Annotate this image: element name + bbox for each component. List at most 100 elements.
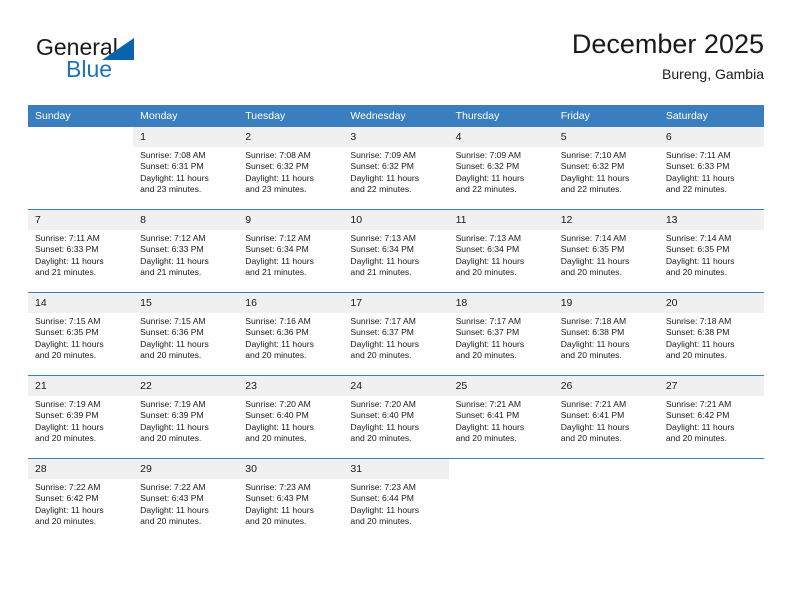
day-number: 4: [448, 127, 554, 147]
day-number: 19: [553, 293, 659, 313]
calendar-day-cell[interactable]: 28 Sunrise: 7:22 AM Sunset: 6:42 PM Dayligh…: [28, 458, 134, 541]
daylight-duration-line1: Daylight: 11 hours: [35, 338, 104, 349]
sunset-time: Sunset: 6:38 PM: [560, 327, 625, 338]
sunrise-time: Sunrise: 7:20 AM: [350, 399, 416, 409]
calendar-day-cell[interactable]: 21 Sunrise: 7:19 AM Sunset: 6:39 PM Dayligh…: [28, 375, 134, 459]
calendar-day-cell[interactable]: 7 Sunrise: 7:11 AM Sunset: 6:33 PM Daylight…: [28, 209, 134, 293]
calendar-grid: Sunday Monday Tuesday Wednesday Thursday…: [28, 105, 764, 541]
calendar-day-cell[interactable]: 22 Sunrise: 7:19 AM Sunset: 6:39 PM Dayligh…: [133, 375, 239, 459]
sunrise-time: Sunrise: 7:10 AM: [560, 150, 627, 160]
calendar-day-cell[interactable]: 25 Sunrise: 7:21 AM Sunset: 6:41 PM Dayligh…: [448, 375, 554, 459]
sunset-time: Sunset: 6:35 PM: [665, 244, 730, 255]
calendar-day-cell[interactable]: 6 Sunrise: 7:11 AM Sunset: 6:33 PM Daylight…: [658, 127, 764, 210]
sunset-time: Sunset: 6:36 PM: [245, 327, 309, 338]
sunrise-time: Sunrise: 7:21 AM: [455, 399, 522, 409]
calendar-day-cell[interactable]: 2 Sunrise: 7:08 AM Sunset: 6:32 PM Daylight…: [238, 127, 344, 210]
weekday-header-tuesday: Tuesday: [238, 105, 344, 127]
calendar-day-cell[interactable]: 17 Sunrise: 7:17 AM Sunset: 6:37 PM Dayligh…: [343, 292, 449, 376]
calendar-day-cell[interactable]: 10 Sunrise: 7:13 AM Sunset: 6:34 PM Dayligh…: [343, 209, 449, 293]
sunrise-time: Sunrise: 7:08 AM: [140, 150, 206, 160]
day-details: Sunrise: 7:09 AM Sunset: 6:32 PM Daylight:…: [449, 147, 554, 195]
daylight-duration-line2: and 21 minutes.: [140, 266, 202, 277]
calendar-day-cell[interactable]: 12 Sunrise: 7:14 AM Sunset: 6:35 PM Dayligh…: [553, 209, 659, 293]
calendar-day-cell[interactable]: 4 Sunrise: 7:09 AM Sunset: 6:32 PM Daylight…: [448, 127, 554, 210]
daylight-duration-line1: Daylight: 11 hours: [140, 338, 209, 349]
calendar-week-row: 28 Sunrise: 7:22 AM Sunset: 6:42 PM Dayligh…: [28, 458, 764, 541]
calendar-day-cell[interactable]: 30 Sunrise: 7:23 AM Sunset: 6:43 PM Dayligh…: [238, 458, 344, 541]
calendar-day-cell[interactable]: 9 Sunrise: 7:12 AM Sunset: 6:34 PM Daylight…: [238, 209, 344, 293]
day-number: 11: [448, 210, 554, 230]
sunset-time: Sunset: 6:32 PM: [350, 161, 414, 172]
calendar-day-cell[interactable]: 31 Sunrise: 7:23 AM Sunset: 6:44 PM Dayligh…: [343, 458, 449, 541]
sunrise-time: Sunrise: 7:14 AM: [665, 233, 732, 243]
daylight-duration-line2: and 20 minutes.: [560, 266, 622, 277]
daylight-duration-line1: Daylight: 11 hours: [350, 172, 420, 183]
page-title: December 2025: [571, 29, 764, 59]
day-number: 30: [238, 459, 344, 479]
sunset-time: Sunset: 6:33 PM: [665, 161, 730, 172]
calendar-day-cell[interactable]: 3 Sunrise: 7:09 AM Sunset: 6:32 PM Daylight…: [343, 127, 449, 210]
calendar-day-cell[interactable]: 26 Sunrise: 7:21 AM Sunset: 6:41 PM Dayligh…: [553, 375, 659, 459]
sunset-time: Sunset: 6:42 PM: [665, 410, 730, 421]
calendar-day-cell[interactable]: 24 Sunrise: 7:20 AM Sunset: 6:40 PM Dayligh…: [343, 375, 449, 459]
calendar-week-row: 14 Sunrise: 7:15 AM Sunset: 6:35 PM Dayligh…: [28, 292, 764, 376]
calendar-day-cell[interactable]: 16 Sunrise: 7:16 AM Sunset: 6:36 PM Dayligh…: [238, 292, 344, 376]
day-number: 29: [133, 459, 239, 479]
calendar-day-cell[interactable]: 27 Sunrise: 7:21 AM Sunset: 6:42 PM Dayligh…: [658, 375, 764, 459]
daylight-duration-line2: and 20 minutes.: [455, 349, 517, 360]
day-number: 20: [658, 293, 764, 313]
calendar-day-cell[interactable]: 15 Sunrise: 7:15 AM Sunset: 6:36 PM Dayligh…: [133, 292, 239, 376]
sunset-time: Sunset: 6:39 PM: [35, 410, 99, 421]
title-block: December 2025 Bureng, Gambia: [572, 28, 764, 84]
daylight-duration-line1: Daylight: 11 hours: [35, 504, 104, 515]
calendar-day-cell[interactable]: 14 Sunrise: 7:15 AM Sunset: 6:35 PM Dayligh…: [28, 292, 134, 376]
sunrise-time: Sunrise: 7:17 AM: [455, 316, 522, 326]
day-details: Sunrise: 7:21 AM Sunset: 6:41 PM Daylight:…: [449, 396, 554, 444]
day-details: Sunrise: 7:09 AM Sunset: 6:32 PM Daylight:…: [343, 147, 448, 195]
daylight-duration-line2: and 20 minutes.: [350, 349, 412, 360]
day-details: Sunrise: 7:22 AM Sunset: 6:42 PM Daylight:…: [28, 479, 133, 527]
day-number: [448, 459, 554, 479]
sunset-time: Sunset: 6:37 PM: [455, 327, 520, 338]
brand-logo[interactable]: General Blue: [36, 34, 236, 92]
day-number: [553, 459, 659, 479]
weekday-header-saturday: Saturday: [658, 105, 764, 127]
calendar-day-cell[interactable]: 5 Sunrise: 7:10 AM Sunset: 6:32 PM Daylight…: [553, 127, 659, 210]
daylight-duration-line2: and 20 minutes.: [665, 432, 727, 443]
sunset-time: Sunset: 6:44 PM: [350, 493, 414, 504]
daylight-duration-line2: and 20 minutes.: [140, 349, 202, 360]
daylight-duration-line1: Daylight: 11 hours: [140, 421, 209, 432]
sunrise-time: Sunrise: 7:23 AM: [245, 482, 311, 492]
day-details: Sunrise: 7:17 AM Sunset: 6:37 PM Daylight:…: [449, 313, 554, 361]
daylight-duration-line2: and 23 minutes.: [140, 183, 202, 194]
sunrise-time: Sunrise: 7:23 AM: [350, 482, 416, 492]
day-number: 9: [238, 210, 344, 230]
calendar-day-cell[interactable]: 20 Sunrise: 7:18 AM Sunset: 6:38 PM Dayligh…: [658, 292, 764, 376]
day-details: Sunrise: 7:19 AM Sunset: 6:39 PM Daylight:…: [133, 396, 238, 444]
daylight-duration-line1: Daylight: 11 hours: [560, 255, 630, 266]
daylight-duration-line1: Daylight: 11 hours: [350, 421, 420, 432]
daylight-duration-line2: and 22 minutes.: [560, 183, 622, 194]
daylight-duration-line1: Daylight: 11 hours: [560, 421, 630, 432]
calendar-day-cell[interactable]: 13 Sunrise: 7:14 AM Sunset: 6:35 PM Dayligh…: [658, 209, 764, 293]
calendar-day-cell[interactable]: 8 Sunrise: 7:12 AM Sunset: 6:33 PM Daylight…: [133, 209, 239, 293]
calendar-day-cell[interactable]: 11 Sunrise: 7:13 AM Sunset: 6:34 PM Dayligh…: [448, 209, 554, 293]
day-number: 22: [133, 376, 239, 396]
calendar-day-cell[interactable]: 23 Sunrise: 7:20 AM Sunset: 6:40 PM Dayligh…: [238, 375, 344, 459]
sunrise-time: Sunrise: 7:16 AM: [245, 316, 311, 326]
daylight-duration-line2: and 20 minutes.: [665, 266, 727, 277]
day-details: Sunrise: 7:23 AM Sunset: 6:44 PM Daylight:…: [343, 479, 448, 527]
sunset-time: Sunset: 6:33 PM: [140, 244, 204, 255]
calendar-day-cell[interactable]: 19 Sunrise: 7:18 AM Sunset: 6:38 PM Dayligh…: [553, 292, 659, 376]
calendar-day-cell[interactable]: 29 Sunrise: 7:22 AM Sunset: 6:43 PM Dayligh…: [133, 458, 239, 541]
day-details: Sunrise: 7:19 AM Sunset: 6:39 PM Daylight:…: [28, 396, 133, 444]
sunrise-time: Sunrise: 7:19 AM: [35, 399, 101, 409]
brand-name-blue: Blue: [66, 56, 113, 82]
daylight-duration-line1: Daylight: 11 hours: [245, 504, 314, 515]
daylight-duration-line1: Daylight: 11 hours: [560, 338, 630, 349]
sunset-time: Sunset: 6:42 PM: [35, 493, 99, 504]
calendar-day-cell[interactable]: 18 Sunrise: 7:17 AM Sunset: 6:37 PM Dayligh…: [448, 292, 554, 376]
day-details: Sunrise: 7:14 AM Sunset: 6:35 PM Daylight:…: [659, 230, 764, 278]
day-number: 8: [133, 210, 239, 230]
calendar-day-cell[interactable]: 1 Sunrise: 7:08 AM Sunset: 6:31 PM Daylight…: [133, 127, 239, 210]
